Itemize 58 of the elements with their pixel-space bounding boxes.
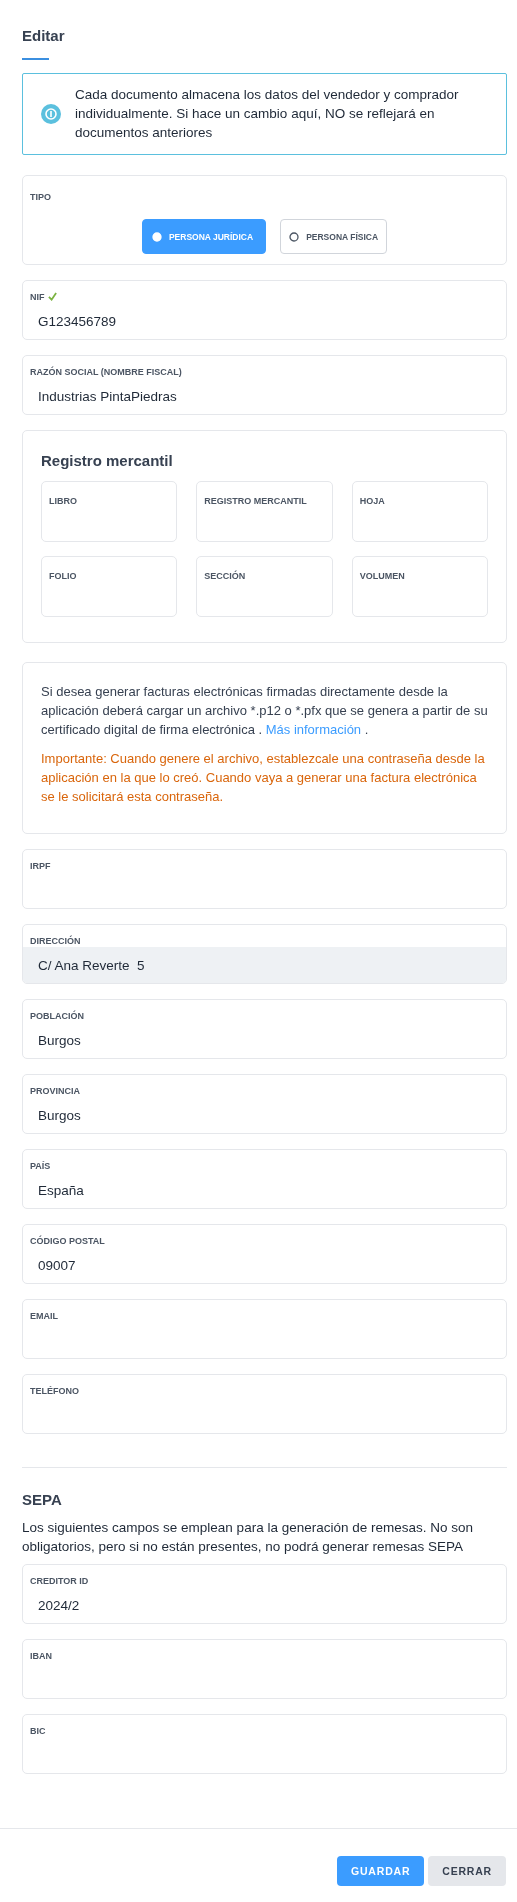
- text-field[interactable]: VOLUMEN: [351, 556, 488, 617]
- field-value: 09007: [38, 1257, 76, 1273]
- field-label: TIPO: [30, 192, 51, 202]
- field-value: Burgos: [38, 1107, 81, 1123]
- radio-icon: [289, 231, 300, 242]
- text-field[interactable]: TELÉFONO: [22, 1374, 507, 1434]
- text-field[interactable]: PAÍS España: [22, 1149, 507, 1209]
- text-field[interactable]: HOJA: [351, 481, 488, 542]
- text-field[interactable]: REGISTRO MERCANTIL: [196, 481, 333, 542]
- field-label: HOJA: [359, 496, 385, 506]
- close-button[interactable]: CERRAR: [428, 1856, 506, 1886]
- field-value: España: [38, 1182, 84, 1198]
- field-label: DIRECCIÓN: [30, 935, 81, 946]
- text-field[interactable]: LIBRO: [41, 481, 178, 542]
- field-label: NIF: [30, 291, 45, 302]
- text-field[interactable]: CREDITOR ID 2024/2: [22, 1564, 507, 1624]
- field-label: PAÍS: [30, 1160, 51, 1171]
- field-label: LIBRO: [49, 496, 77, 506]
- section-title: Registro mercantil: [41, 451, 174, 471]
- field-label: BIC: [30, 1725, 46, 1736]
- radio-icon: [151, 231, 162, 242]
- field-label: EMAIL: [30, 1310, 58, 1321]
- section-description: Los siguientes campos se emplean para la generación de remesas. No son obligatorios, pero si no están presentes, no podrá generar remesas SEPA: [22, 1519, 474, 1556]
- field-label: REGISTRO MERCANTIL: [204, 496, 307, 506]
- section-title: SEPA: [22, 1490, 63, 1510]
- field-label: IBAN: [30, 1650, 52, 1661]
- field-label: VOLUMEN: [359, 571, 405, 581]
- einvoice-message: Si desea generar facturas electrónicas firmadas directamente desde la aplicación deberá cargar un archivo *.p12 o *.pfx que se genera a partir de su certificado digital de firma electrónica . Más información .: [41, 683, 488, 739]
- text-field[interactable]: NIF G123456789: [22, 280, 507, 340]
- field-label: PROVINCIA: [30, 1085, 80, 1096]
- field-label: SECCIÓN: [204, 571, 246, 581]
- text-field[interactable]: IBAN: [22, 1639, 507, 1699]
- warning-message: Importante: Cuando genere el archivo, establezcale una contraseña desde la aplicación en la que lo creó. Cuando vaya a generar una factura electrónica se le solicitará esta contraseña.: [41, 750, 486, 806]
- dialog-title: Editar: [22, 26, 66, 46]
- field-label: IRPF: [30, 860, 51, 871]
- field-label: CREDITOR ID: [30, 1575, 89, 1586]
- field-value: C/ Ana Reverte 5: [38, 957, 145, 973]
- text-field[interactable]: PROVINCIA Burgos: [22, 1074, 507, 1134]
- field-label: RAZÓN SOCIAL (NOMBRE FISCAL): [30, 366, 182, 377]
- type-option-button[interactable]: PERSONA FÍSICA: [280, 219, 388, 254]
- field-label: POBLACIÓN: [30, 1010, 84, 1021]
- info-message: Cada documento almacena los datos del vendedor y comprador individualmente. Si hace un cambio aquí, NO se reflejará en documentos anteriores: [75, 86, 460, 142]
- field-value: Burgos: [38, 1032, 81, 1048]
- field-value: 2024/2: [38, 1597, 80, 1613]
- field-value: G123456789: [38, 313, 117, 329]
- text-field[interactable]: FOLIO: [41, 556, 178, 617]
- field-label: CÓDIGO POSTAL: [30, 1235, 105, 1246]
- field-value: Industrias PintaPiedras: [38, 388, 177, 404]
- field-label: TELÉFONO: [30, 1385, 79, 1396]
- text-field[interactable]: POBLACIÓN Burgos: [22, 999, 507, 1059]
- text-field[interactable]: BIC: [22, 1714, 507, 1774]
- info-icon: [41, 103, 61, 124]
- text-field[interactable]: CÓDIGO POSTAL 09007: [22, 1224, 507, 1284]
- field-label: FOLIO: [49, 571, 77, 581]
- text-field[interactable]: EMAIL: [22, 1299, 507, 1359]
- text-field[interactable]: IRPF: [22, 849, 507, 909]
- text-field[interactable]: RAZÓN SOCIAL (NOMBRE FISCAL) Industrias PintaPiedras: [22, 355, 507, 415]
- text-field[interactable]: SECCIÓN: [196, 556, 333, 617]
